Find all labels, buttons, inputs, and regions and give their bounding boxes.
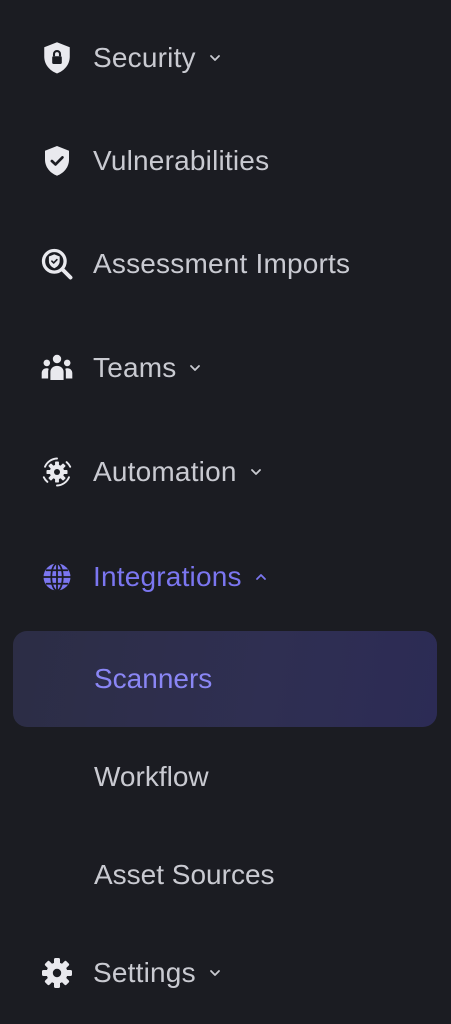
sidebar-subitem-label: Asset Sources [94,859,275,890]
sidebar-subitem-scanners[interactable]: Scanners [13,631,437,727]
sidebar-nav: Security Vulnerabilities Assessment Impo… [0,0,451,1024]
sidebar-item-label: Vulnerabilities [93,145,270,176]
sidebar-item-teams[interactable]: Teams [0,338,451,398]
gear-icon [38,954,76,992]
sidebar-item-settings[interactable]: Settings [0,943,451,1003]
sidebar-item-assessment-imports[interactable]: Assessment Imports [0,234,451,294]
sidebar-item-vulnerabilities[interactable]: Vulnerabilities [0,131,451,191]
users-icon [38,349,76,387]
sidebar-item-automation[interactable]: Automation [0,442,451,502]
chevron-down-icon [249,465,263,479]
search-shield-icon [38,245,76,283]
shield-check-icon [38,142,76,180]
sidebar-item-label: Security [93,42,222,74]
sidebar-item-label: Settings [93,957,222,989]
chevron-down-icon [188,361,202,375]
sidebar-subitem-label: Workflow [94,761,209,792]
sidebar-subitem-workflow[interactable]: Workflow [13,729,437,825]
chevron-down-icon [208,966,222,980]
lock-shield-icon [38,39,76,77]
sidebar-item-security[interactable]: Security [0,28,451,88]
sidebar-subitem-label: Scanners [94,663,213,694]
sidebar-item-integrations[interactable]: Integrations [0,547,451,607]
sidebar-item-label: Integrations [93,561,268,593]
sidebar-item-label: Automation [93,456,263,488]
chevron-up-icon [254,570,268,584]
sidebar-item-label: Assessment Imports [93,248,351,279]
sidebar-item-label: Teams [93,352,202,384]
sidebar-subitem-asset-sources[interactable]: Asset Sources [13,827,437,923]
chevron-down-icon [208,51,222,65]
globe-icon [38,558,76,596]
gear-cycle-icon [38,453,76,491]
